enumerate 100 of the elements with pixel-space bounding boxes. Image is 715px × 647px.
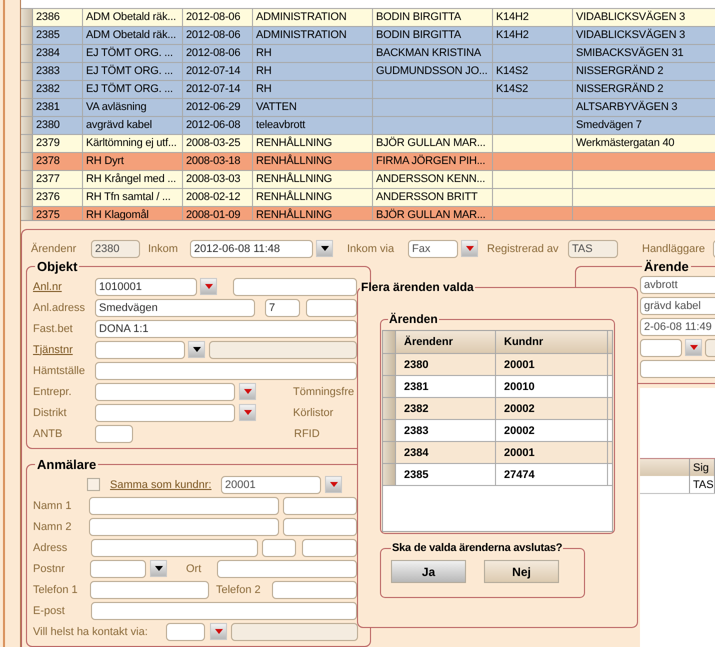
dialog-button[interactable]: Ja [391, 560, 466, 583]
text-field[interactable] [95, 404, 235, 422]
text-field[interactable] [90, 560, 146, 578]
text-field[interactable]: 20001 [221, 476, 321, 494]
table-row[interactable]: 2376 RH Tfn samtal / ... 2008-02-12 RENHÅLLNING ANDERSSON BRITT [21, 189, 715, 207]
table-cell: RENHÅLLNING [253, 207, 373, 220]
table-row[interactable]: 2380 avgrävd kabel 2012-06-08 teleavbrott Smedvägen 7 [21, 117, 715, 135]
table-row[interactable]: 2382 20002 [383, 398, 612, 420]
table-cell: teleavbrott [253, 117, 373, 134]
table-row[interactable]: 2384 EJ TÖMT ORG. ... 2012-08-06 RH BACKMAN KRISTINA SMIBACKSVÄGEN 31 [21, 45, 715, 63]
row-header[interactable] [383, 376, 396, 397]
text-field[interactable] [90, 580, 209, 598]
field-link[interactable]: Tjänstnr [33, 344, 95, 356]
text-field[interactable]: 2012-06-08 11:48 [190, 240, 313, 258]
table-row[interactable]: 2383 20002 [383, 420, 612, 442]
field-label: Ort [186, 562, 202, 574]
row-header[interactable] [21, 171, 33, 188]
row-header[interactable] [21, 153, 33, 170]
text-field[interactable] [231, 622, 358, 640]
field-label: Telefon 1 [33, 584, 79, 596]
text-field[interactable] [640, 338, 682, 356]
row-header[interactable] [21, 63, 33, 80]
table-cell: 20001 [496, 442, 608, 463]
text-field[interactable]: 2-06-08 11:49 [640, 318, 715, 336]
text-field[interactable] [91, 538, 258, 556]
text-field[interactable] [302, 538, 357, 556]
table-row[interactable]: 2377 RH Krångel med ... 2008-03-03 RENHÅLLNING ANDERSSON KENN... [21, 171, 715, 189]
text-field[interactable]: Fax [408, 240, 458, 258]
table-row[interactable]: 2386 ADM Obetald räk... 2012-08-06 ADMINISTRATION BODIN BIRGITTA K14H2 VIDABLICKSVÄGEN 3 [21, 9, 715, 27]
text-field[interactable]: avbrott [640, 276, 715, 294]
table-cell: RH Klagomål [83, 207, 183, 220]
table-row[interactable]: 2385 ADM Obetald räk... 2012-08-06 ADMINISTRATION BODIN BIRGITTA K14H2 VIDABLICKSVÄGEN 3 [21, 27, 715, 45]
text-field[interactable]: 2380 [91, 240, 140, 258]
row-header[interactable] [21, 117, 33, 134]
table-row[interactable]: 2382 EJ TÖMT ORG. ... 2012-07-14 RH K14S2 NISSERGRÄND 2 [21, 81, 715, 99]
row-header[interactable] [383, 420, 396, 441]
text-field[interactable] [272, 580, 357, 598]
text-field[interactable] [283, 496, 357, 514]
row-header[interactable] [21, 45, 33, 62]
checkbox[interactable] [87, 478, 100, 491]
table-cell: ANDERSSON BRITT [373, 189, 493, 206]
row-header[interactable] [383, 398, 396, 419]
table-row[interactable]: 2375 RH Klagomål 2008-01-09 RENHÅLLNING BJÖR GULLAN MAR... [21, 207, 715, 220]
text-field[interactable] [89, 518, 279, 536]
table-row[interactable]: 2380 20001 [383, 354, 612, 376]
text-field[interactable] [166, 622, 205, 640]
dropdown-button[interactable] [316, 240, 333, 257]
table-cell: NISSERGRÄND 2 [573, 63, 715, 80]
field-label: Adress [33, 542, 68, 554]
row-header[interactable] [21, 189, 33, 206]
row-header[interactable] [21, 9, 33, 26]
text-field[interactable] [233, 278, 357, 296]
field-link[interactable]: Samma som kundnr: [110, 478, 221, 490]
table-cell: 2377 [33, 171, 83, 188]
text-field[interactable]: 1010001 [95, 278, 197, 296]
table-row[interactable]: 2381 20010 [383, 376, 612, 398]
table-cell: 2008-02-12 [183, 189, 253, 206]
dropdown-button[interactable] [188, 341, 205, 358]
table-row[interactable]: 2378 RH Dyrt 2008-03-18 RENHÅLLNING FIRMA JÖRGEN PIH... [21, 153, 715, 171]
field-link[interactable]: Anl.nr [33, 280, 95, 292]
row-header[interactable] [21, 99, 33, 116]
column-header[interactable]: Kundnr [496, 331, 608, 353]
caret-icon [214, 629, 222, 634]
row-header[interactable] [383, 464, 396, 485]
row-header[interactable] [383, 442, 396, 463]
text-field[interactable] [217, 560, 357, 578]
row-header[interactable] [21, 135, 33, 152]
text-field[interactable]: grävd kabel [640, 296, 715, 314]
dialog-button[interactable]: Nej [484, 560, 559, 583]
text-field[interactable]: TAS [568, 240, 618, 258]
table-row[interactable]: 2383 EJ TÖMT ORG. ... 2012-07-14 RH GUDMUNDSSON JO... K14S2 NISSERGRÄND 2 [21, 63, 715, 81]
table-cell: avgrävd kabel [83, 117, 183, 134]
text-field[interactable] [89, 496, 279, 514]
table-row[interactable]: 2385 27474 [383, 464, 612, 486]
text-field[interactable] [95, 424, 133, 442]
row-header[interactable] [21, 207, 33, 220]
text-field[interactable]: DONA 1:1 [95, 320, 357, 338]
text-field[interactable] [283, 518, 357, 536]
text-field[interactable]: 7 [265, 298, 300, 316]
text-field[interactable]: Smedvägen [95, 298, 255, 316]
text-field[interactable] [91, 602, 357, 620]
text-field[interactable] [640, 360, 715, 378]
text-field[interactable] [95, 340, 185, 358]
row-header[interactable] [21, 81, 33, 98]
column-header[interactable]: Ärendenr [396, 331, 496, 353]
text-field[interactable] [306, 298, 357, 316]
table-row[interactable]: 2381 VA avläsning 2012-06-29 VATTEN ALTSARBYVÄGEN 3 [21, 99, 715, 117]
row-header[interactable] [21, 27, 33, 44]
table-cell: 20002 [496, 420, 608, 441]
row-header[interactable] [383, 354, 396, 375]
caret-icon [154, 566, 162, 571]
text-field[interactable] [95, 362, 357, 380]
dialog-title: Flera ärenden valda [360, 280, 475, 294]
table-row[interactable]: 2379 Kärltömning ej utf... 2008-03-25 RENHÅLLNING BJÖR GULLAN MAR... Werkmästergatan 40 [21, 135, 715, 153]
text-field[interactable] [262, 538, 296, 556]
dropdown-button[interactable] [150, 560, 167, 577]
table-row[interactable]: 2384 20001 [383, 442, 612, 464]
text-field[interactable] [95, 382, 235, 400]
table-cell: 2379 [33, 135, 83, 152]
text-field[interactable] [209, 340, 357, 358]
